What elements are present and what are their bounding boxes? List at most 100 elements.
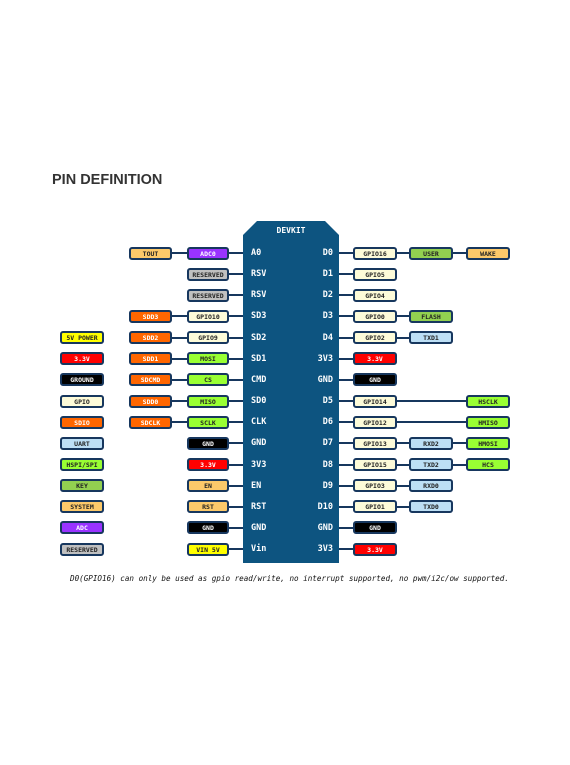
pin-function-box: ADC0 [187,246,229,260]
connector-line [172,421,187,424]
connector-line [397,442,409,445]
legend-power5: 5V POWER [60,331,104,345]
pin-function-box: 3.3V [353,542,397,556]
pin-label-right: D10 [317,501,333,512]
pin-function-box: RESERVED [187,288,229,302]
pin-function-box: GPIO16 [353,246,397,260]
legend-gpio: GPIO [60,394,104,408]
legend-reserved: RESERVED [60,542,104,556]
connector-line [229,442,243,445]
pin-function-box: GPIO1 [353,500,397,514]
pin-function-box: USER [409,246,453,260]
pin-label-right: D2 [322,290,333,301]
connector-line [397,463,409,466]
connector-line [229,294,243,297]
pin-label-left: GND [251,438,267,449]
pin-function-box: SDD1 [129,352,172,366]
connector-line [229,336,243,339]
connector-line [172,336,187,339]
connector-line [397,505,409,508]
pin-function-box: RXD0 [409,479,453,493]
connector-line [397,315,409,318]
pin-label-right: GND [317,522,333,533]
connector-line [172,357,187,360]
pin-label-right: 3V3 [317,544,333,555]
pin-function-box: GPIO0 [353,309,397,323]
connector-line [229,463,243,466]
pin-label-right: D6 [322,417,333,428]
pin-function-box: MISO [187,394,229,408]
pin-label-right: D1 [322,269,333,280]
pin-function-box: HMOSI [466,436,510,450]
pin-function-box: RESERVED [187,267,229,281]
connector-line [397,336,409,339]
connector-line [172,378,187,381]
connector-line [339,526,353,529]
pin-label-left: CLK [251,417,267,428]
connector-line [339,421,353,424]
connector-line [453,463,466,466]
connector-line [397,400,466,403]
connector-line [339,315,353,318]
pin-label-right: D7 [322,438,333,449]
pin-definition-diagram: PIN DEFINITION DEVKIT 5V POWER 3.3V GROUND… [0,0,570,765]
legend-hspi: HSPI/SPI [60,458,104,471]
pin-label-left: CMD [251,374,267,385]
pin-label-left: RSV [251,269,267,280]
pin-label-right: D5 [322,396,333,407]
connector-line [229,505,243,508]
connector-line [229,526,243,529]
connector-line [339,400,353,403]
pin-function-box: GND [353,521,397,535]
connector-line [339,442,353,445]
pin-label-left: Vin [251,544,267,555]
connector-line [453,252,466,254]
pin-function-box: HSCLK [466,394,510,408]
pin-label-left: SD0 [251,396,267,407]
pin-label-left: RST [251,501,267,512]
pin-function-box: MOSI [187,352,229,366]
pin-function-box: HCS [466,458,510,471]
connector-line [339,505,353,508]
connector-line [229,357,243,360]
legend-power33: 3.3V [60,352,104,366]
connector-line [229,548,243,551]
pin-function-box: GPIO5 [353,267,397,281]
connector-line [229,400,243,403]
connector-line [339,548,353,551]
connector-line [172,315,187,318]
connector-line [229,421,243,424]
pin-function-box: SCLK [187,415,229,429]
legend-key: KEY [60,479,104,493]
footnote: D0(GPIO16) can only be used as gpio read… [70,574,509,583]
pin-label-right: GND [317,374,333,385]
connector-line [229,315,243,318]
connector-line [339,378,353,381]
connector-line [229,484,243,487]
board-label: DEVKIT [276,226,306,235]
pin-label-left: A0 [251,248,262,258]
connector-line [397,421,466,424]
legend-adc: ADC [60,521,104,535]
pin-function-box: TXD2 [409,458,453,471]
pin-function-box: TXD1 [409,331,453,345]
pin-function-box: GPIO13 [353,436,397,450]
pin-label-left: 3V3 [251,459,267,470]
pin-function-box: CS [187,373,229,387]
pin-label-left: RSV [251,290,267,301]
pin-function-box: WAKE [466,246,510,260]
connector-line [229,378,243,381]
pin-function-box: TXD0 [409,500,453,514]
pin-label-left: SD2 [251,332,267,343]
pin-function-box: EN [187,479,229,493]
pin-function-box: TOUT [129,246,172,260]
pin-function-box: FLASH [409,309,453,323]
pin-label-right: D8 [322,459,333,470]
pin-function-box: GND [353,373,397,387]
connector-line [339,463,353,466]
connector-line [339,357,353,360]
legend-uart: UART [60,436,104,450]
connector-line [397,252,409,254]
pin-function-box: GPIO3 [353,479,397,493]
pin-function-box: RXD2 [409,436,453,450]
